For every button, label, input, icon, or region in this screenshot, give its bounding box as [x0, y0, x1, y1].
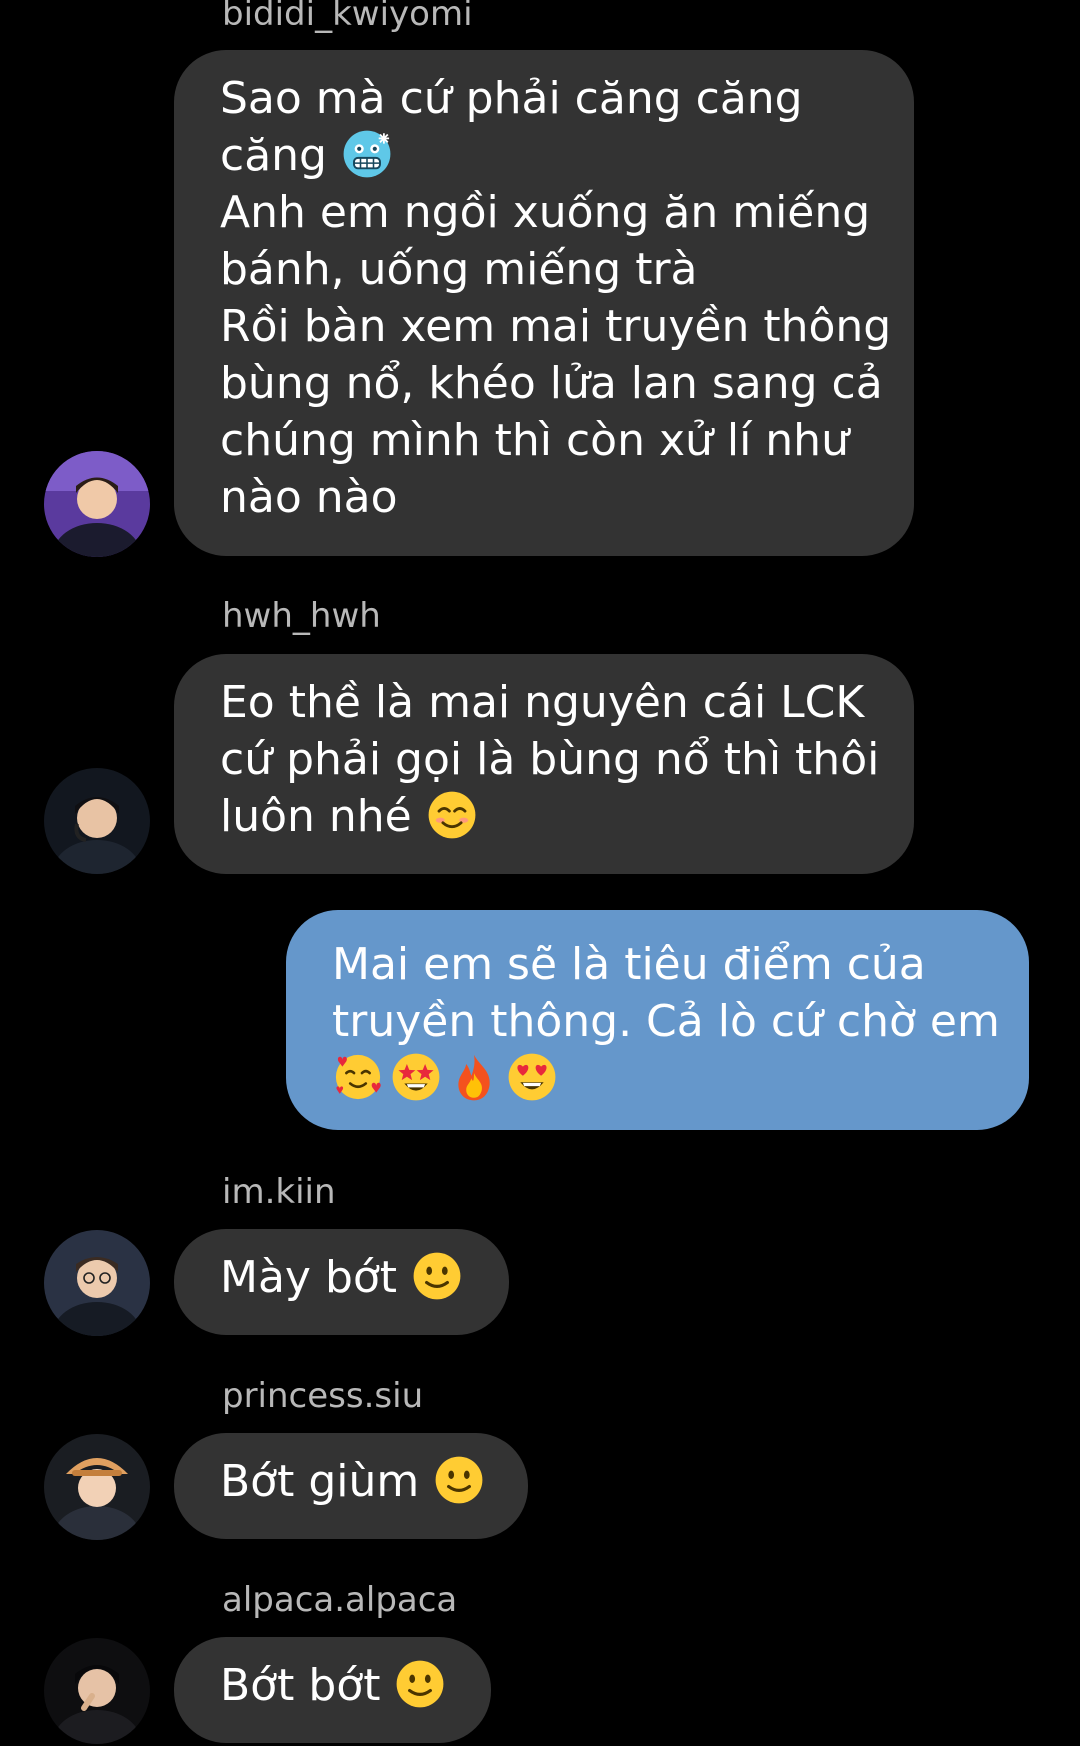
message-text: căng [220, 130, 327, 181]
message-text: chúng mình thì còn xử lí như [220, 415, 849, 466]
message-bubble[interactable]: Bớt bớt [174, 1637, 491, 1743]
message-text: Bớt bớt [220, 1660, 381, 1711]
message-bubble[interactable]: Eo thề là mai nguyên cái LCK cứ phải gọi… [174, 654, 914, 874]
sender-name: alpaca.alpaca [222, 1580, 458, 1620]
message-text: Sao mà cứ phải căng căng [220, 73, 803, 124]
message-text: Eo thề là mai nguyên cái LCK [220, 677, 865, 728]
message-bubble[interactable]: Mày bớt [174, 1229, 509, 1335]
sender-name: bididi_kwiyomi [222, 0, 473, 34]
heart-eyes-emoji [506, 1051, 558, 1103]
message-text: Mai em sẽ là tiêu điểm của [332, 939, 926, 990]
chat-thread[interactable]: bididi_kwiyomi Sao mà cứ phải căng căng … [0, 0, 1080, 1746]
message-text: cứ phải gọi là bùng nổ thì thôi [220, 734, 880, 785]
star-struck-emoji [390, 1051, 442, 1103]
message-text: Rồi bàn xem mai truyền thông [220, 301, 892, 352]
message-text: luôn nhé [220, 791, 412, 842]
slightly-smiling-face-emoji [433, 1454, 485, 1506]
message-text: Bớt giùm [220, 1456, 420, 1507]
smiling-face-emoji [426, 789, 478, 841]
message-bubble[interactable]: Bớt giùm [174, 1433, 528, 1539]
message-text: nào nào [220, 472, 398, 523]
slightly-smiling-face-emoji [394, 1658, 446, 1710]
avatar[interactable] [44, 1638, 150, 1744]
fire-emoji [448, 1051, 500, 1103]
message-text: bánh, uống miếng trà [220, 244, 698, 295]
message-text: bùng nổ, khéo lửa lan sang cả [220, 358, 883, 409]
message-bubble[interactable]: Mai em sẽ là tiêu điểm của truyền thông.… [286, 910, 1029, 1130]
avatar[interactable] [44, 768, 150, 874]
message-text: Mày bớt [220, 1252, 398, 1303]
message-text: truyền thông. Cả lò cứ chờ em [332, 996, 1000, 1047]
message-text: Anh em ngồi xuống ăn miếng [220, 187, 871, 238]
smiling-face-with-hearts-emoji [332, 1051, 384, 1103]
sender-name: princess.siu [222, 1376, 424, 1416]
cold-face-emoji [341, 128, 393, 180]
avatar[interactable] [44, 1434, 150, 1540]
message-bubble[interactable]: Sao mà cứ phải căng căng căng Anh em ngồ… [174, 50, 914, 556]
avatar[interactable] [44, 1230, 150, 1336]
avatar[interactable] [44, 451, 150, 557]
sender-name: im.kiin [222, 1172, 336, 1212]
slightly-smiling-face-emoji [411, 1250, 463, 1302]
sender-name: hwh_hwh [222, 596, 381, 636]
